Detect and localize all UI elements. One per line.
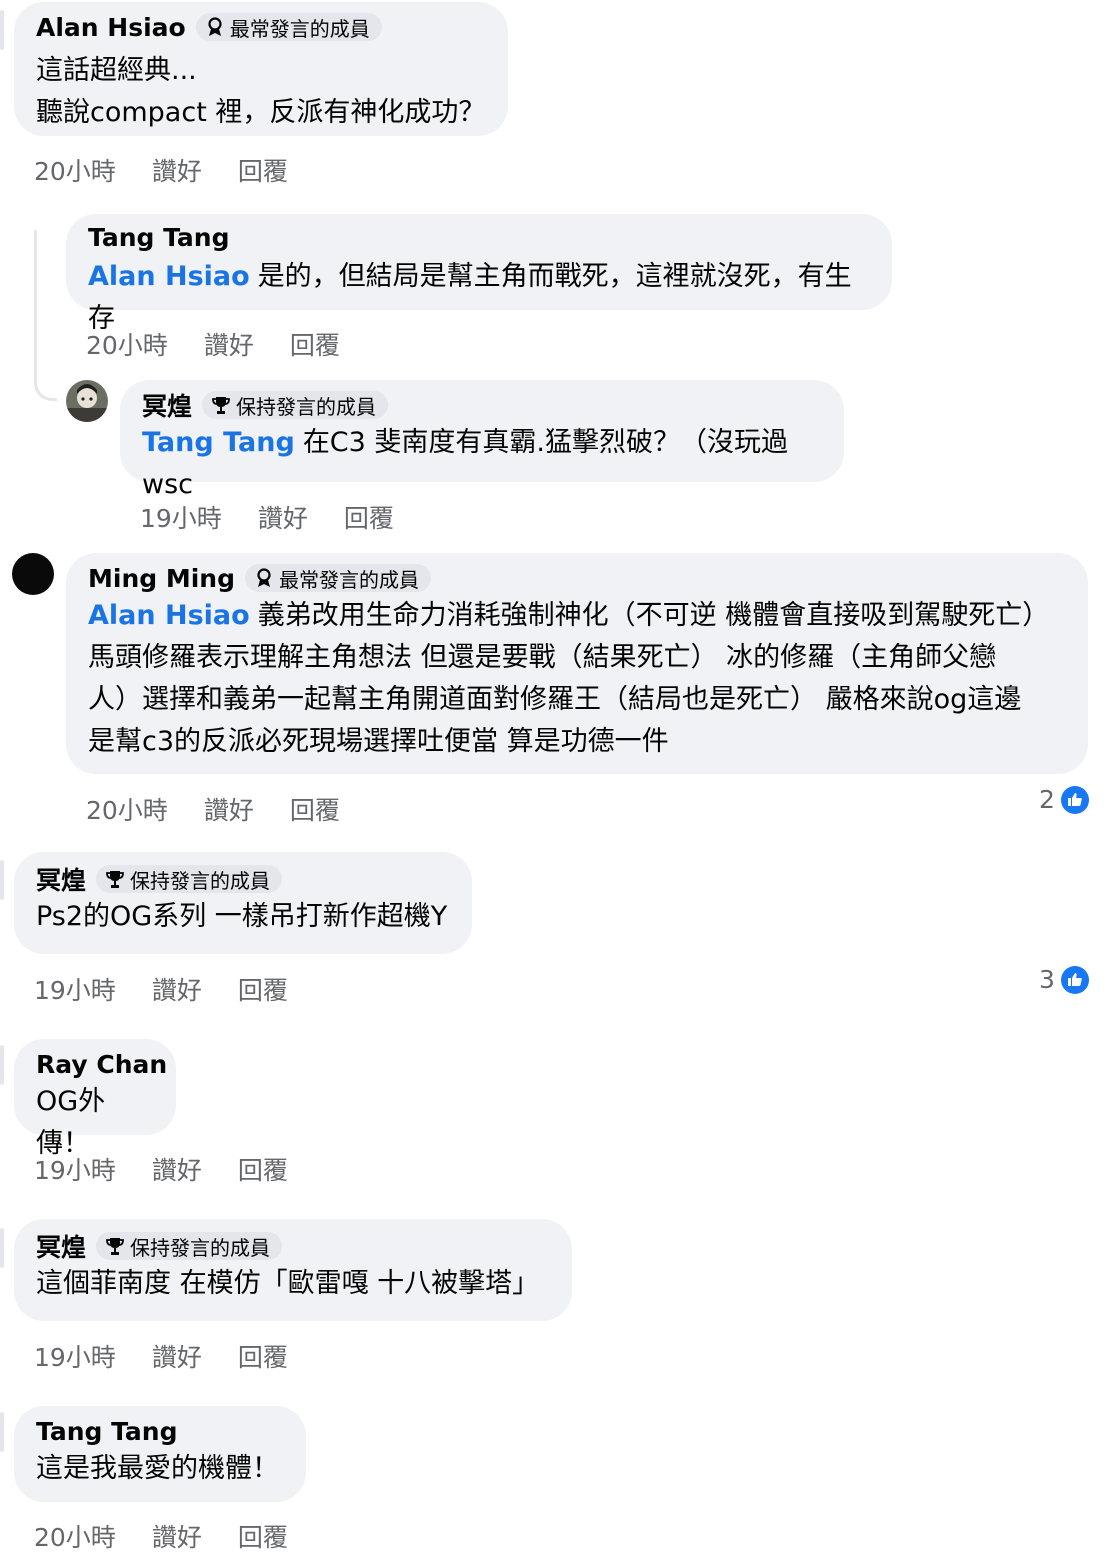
comment-text: 這是我最愛的機體！ bbox=[36, 1453, 279, 1484]
comment-time[interactable]: 19小時 bbox=[140, 499, 222, 535]
reply-button[interactable]: 回覆 bbox=[290, 326, 340, 362]
comment-bubble: Ming Ming 最常發言的成員 Alan Hsiao 義弟改用生命力消耗強制神… bbox=[66, 553, 1088, 774]
comment-bubble: 冥煌 保持發言的成員 這個菲南度 在模仿「歐雷嘎 十八被擊塔」 bbox=[14, 1219, 572, 1321]
reply-bubble: 冥煌 保持發言的成員 Tang Tang 在C3 斐南度有真霸.猛擊烈破？（沒玩過… bbox=[120, 380, 844, 500]
like-button[interactable]: 讚好 bbox=[258, 499, 308, 535]
comment-text: 馬頭修羅表示理解主角想法 但還是要戰（結果死亡） 冰的修羅（主角師父戀 bbox=[88, 642, 997, 673]
comment-text: 人）選擇和義弟一起幫主角開道面對修羅王（結局也是死亡） 嚴格來說og這邊 bbox=[88, 684, 1022, 715]
commenter-name[interactable]: 冥煌 bbox=[36, 1228, 86, 1264]
commenter-name[interactable]: 冥煌 bbox=[142, 387, 192, 423]
cropped-avatar-edge bbox=[0, 1045, 4, 1085]
comment-actions: 20小時 讚好 回覆 bbox=[86, 326, 376, 362]
comment-time[interactable]: 19小時 bbox=[34, 1151, 116, 1187]
comment-actions: 19小時 讚好 回覆 bbox=[34, 1338, 324, 1374]
like-button[interactable]: 讚好 bbox=[152, 152, 202, 188]
comment-actions: 19小時 讚好 回覆 bbox=[34, 971, 324, 1007]
comment-text: 這話超經典... bbox=[36, 55, 197, 86]
comment-text: 是幫c3的反派必死現場選擇吐便當 算是功德一件 bbox=[88, 726, 669, 757]
comment-bubble: 冥煌 保持發言的成員 Ps2的OG系列 一樣吊打新作超機Y bbox=[14, 852, 472, 954]
comment-time[interactable]: 20小時 bbox=[86, 791, 168, 827]
comment-bubble: Tang Tang 這是我最愛的機體！ bbox=[14, 1406, 306, 1502]
member-badge[interactable]: 最常發言的成員 bbox=[195, 13, 382, 41]
member-badge[interactable]: 保持發言的成員 bbox=[96, 1232, 283, 1260]
like-button[interactable]: 讚好 bbox=[152, 971, 202, 1007]
member-badge-label: 保持發言的成員 bbox=[236, 394, 377, 419]
mention-link[interactable]: Alan Hsiao bbox=[88, 600, 250, 631]
reaction-count[interactable]: 2 bbox=[1039, 785, 1089, 814]
comment-actions: 19小時 讚好 回覆 bbox=[140, 499, 430, 535]
member-badge[interactable]: 保持發言的成員 bbox=[96, 865, 283, 893]
member-badge-label: 最常發言的成員 bbox=[279, 567, 419, 592]
like-button[interactable]: 讚好 bbox=[152, 1151, 202, 1187]
trophy-icon bbox=[106, 1238, 124, 1255]
comment-text: Ps2的OG系列 一樣吊打新作超機Y bbox=[36, 901, 448, 932]
thumbs-up-icon bbox=[1060, 965, 1089, 994]
reply-button[interactable]: 回覆 bbox=[290, 791, 340, 827]
like-button[interactable]: 讚好 bbox=[152, 1338, 202, 1374]
comment-time[interactable]: 19小時 bbox=[34, 1338, 116, 1374]
comment-text: 義弟改用生命力消耗強制神化（不可逆 機體會直接吸到駕駛死亡） bbox=[257, 600, 1050, 631]
comment-text: 聽說compact 裡，反派有神化成功？ bbox=[36, 97, 486, 128]
comment-time[interactable]: 19小時 bbox=[34, 971, 116, 1007]
reply-button[interactable]: 回覆 bbox=[238, 1338, 288, 1374]
member-badge-label: 保持發言的成員 bbox=[130, 868, 271, 893]
thread-connector bbox=[34, 230, 37, 290]
member-badge[interactable]: 保持發言的成員 bbox=[202, 391, 389, 419]
avatar-image bbox=[66, 380, 108, 422]
cropped-avatar-edge bbox=[0, 1228, 4, 1268]
commenter-name[interactable]: Tang Tang bbox=[88, 223, 230, 252]
reply-button[interactable]: 回覆 bbox=[238, 1518, 288, 1554]
comment-actions: 20小時 讚好 回覆 bbox=[34, 1518, 324, 1554]
trophy-icon bbox=[106, 871, 124, 888]
reply-bubble: Tang Tang Alan Hsiao 是的，但結局是幫主角而戰死，這裡就沒死，… bbox=[66, 214, 892, 334]
comment-bubble: Alan Hsiao 最常發言的成員 這話超經典... 聽說compact 裡，… bbox=[14, 2, 508, 136]
mention-link[interactable]: Tang Tang bbox=[142, 427, 295, 458]
mention-link[interactable]: Alan Hsiao bbox=[88, 261, 250, 292]
commenter-name[interactable]: 冥煌 bbox=[36, 861, 86, 897]
reply-button[interactable]: 回覆 bbox=[238, 152, 288, 188]
reaction-count-label: 2 bbox=[1039, 785, 1055, 814]
reaction-count[interactable]: 3 bbox=[1039, 965, 1089, 994]
comment-actions: 20小時 讚好 回覆 bbox=[86, 791, 376, 827]
trophy-icon bbox=[212, 397, 230, 414]
member-badge[interactable]: 最常發言的成員 bbox=[245, 564, 431, 592]
avatar[interactable] bbox=[66, 380, 108, 422]
commenter-name[interactable]: Tang Tang bbox=[36, 1417, 178, 1446]
comment-actions: 19小時 讚好 回覆 bbox=[34, 1151, 324, 1187]
commenter-name[interactable]: Ming Ming bbox=[88, 564, 235, 593]
member-badge-label: 最常發言的成員 bbox=[229, 16, 370, 41]
like-button[interactable]: 讚好 bbox=[152, 1518, 202, 1554]
reaction-count-label: 3 bbox=[1039, 965, 1055, 994]
member-badge-label: 保持發言的成員 bbox=[130, 1235, 271, 1260]
trophy-ribbon-icon bbox=[257, 568, 271, 587]
comment-time[interactable]: 20小時 bbox=[34, 152, 116, 188]
comment-bubble: Ray Chan OG外傳！ bbox=[14, 1039, 176, 1159]
comment-text: 這個菲南度 在模仿「歐雷嘎 十八被擊塔」 bbox=[36, 1268, 540, 1299]
avatar[interactable] bbox=[12, 553, 54, 595]
reply-button[interactable]: 回覆 bbox=[344, 499, 394, 535]
commenter-name[interactable]: Ray Chan bbox=[36, 1050, 167, 1079]
reply-button[interactable]: 回覆 bbox=[238, 1151, 288, 1187]
thread-connector bbox=[34, 290, 57, 401]
thumbs-up-icon bbox=[1060, 785, 1089, 814]
like-button[interactable]: 讚好 bbox=[204, 791, 254, 827]
like-button[interactable]: 讚好 bbox=[204, 326, 254, 362]
trophy-ribbon-icon bbox=[208, 17, 222, 36]
cropped-avatar-edge bbox=[0, 1412, 4, 1452]
commenter-name[interactable]: Alan Hsiao bbox=[36, 13, 186, 42]
comment-thread: Alan Hsiao 最常發言的成員 這話超經典... 聽說compact 裡，… bbox=[0, 0, 1111, 1563]
comment-actions: 20小時 讚好 回覆 bbox=[34, 152, 324, 188]
cropped-avatar-edge bbox=[0, 860, 4, 900]
comment-time[interactable]: 20小時 bbox=[86, 326, 168, 362]
reply-button[interactable]: 回覆 bbox=[238, 971, 288, 1007]
cropped-avatar-edge bbox=[0, 10, 4, 50]
comment-time[interactable]: 20小時 bbox=[34, 1518, 116, 1554]
